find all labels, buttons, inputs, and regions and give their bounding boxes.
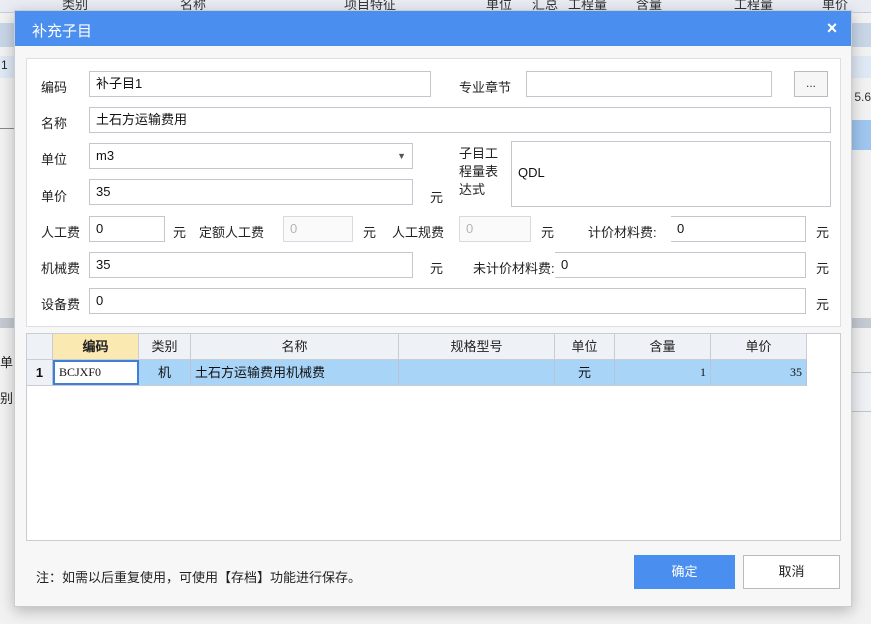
cell-unit[interactable]: 元: [555, 360, 615, 385]
bg-label-fragment: 单: [0, 355, 14, 370]
machine-label: 机械费: [41, 261, 81, 276]
priced-material-label: 计价材料费:: [588, 225, 657, 240]
cell-spec[interactable]: [399, 360, 555, 385]
machine-unit: 元: [430, 261, 444, 276]
bg-value-fragment: 5.6: [854, 90, 871, 104]
cell-category[interactable]: 机: [139, 360, 191, 385]
unit-select-value: m3: [96, 148, 115, 163]
quota-labor-label: 定额人工费: [199, 225, 265, 240]
name-label: 名称: [41, 116, 68, 131]
bg-row-number: 1: [1, 58, 8, 72]
chapter-label: 专业章节: [459, 80, 512, 95]
quota-labor-input: 0: [283, 216, 353, 242]
cell-name[interactable]: 土石方运输费用机械费: [191, 360, 399, 385]
save-hint-note: 注：如需以后重复使用，可使用【存档】功能进行保存。: [36, 570, 362, 585]
equipment-label: 设备费: [41, 297, 81, 312]
unit-label: 单位: [41, 152, 68, 167]
price-input[interactable]: 35: [89, 179, 413, 205]
labor-reg-unit: 元: [541, 225, 555, 240]
code-input[interactable]: 补子目1: [89, 71, 431, 97]
dialog-titlebar[interactable]: 补充子目 ×: [15, 11, 851, 46]
row-number: 1: [27, 360, 53, 385]
unpriced-material-label: 未计价材料费:: [473, 261, 555, 276]
grid-header-content[interactable]: 含量: [615, 334, 711, 359]
resource-grid[interactable]: 编码 类别 名称 规格型号 单位 含量 单价 1 BCJXF0 机 土石方运输费…: [26, 333, 841, 541]
chapter-input[interactable]: [526, 71, 772, 97]
cell-code-editor[interactable]: BCJXF0: [53, 360, 139, 385]
expr-label: 子目工程量表达式: [459, 146, 499, 197]
cell-content[interactable]: 1: [615, 360, 711, 385]
priced-material-unit: 元: [816, 225, 830, 240]
confirm-button[interactable]: 确定: [634, 555, 735, 589]
grid-header-unit[interactable]: 单位: [555, 334, 615, 359]
cell-price[interactable]: 35: [711, 360, 807, 385]
grid-header-price[interactable]: 单价: [711, 334, 807, 359]
grid-header-rownum: [27, 334, 53, 359]
code-label: 编码: [41, 80, 68, 95]
grid-header-name[interactable]: 名称: [191, 334, 399, 359]
grid-header: 编码 类别 名称 规格型号 单位 含量 单价: [27, 334, 807, 360]
bg-selected-cell: [851, 120, 871, 150]
equipment-unit: 元: [816, 297, 830, 312]
price-label: 单价: [41, 189, 68, 204]
labor-reg-label: 人工规费: [392, 225, 445, 240]
cancel-button[interactable]: 取消: [743, 555, 840, 589]
dialog-title: 补充子目: [32, 23, 93, 40]
labor-label: 人工费: [41, 225, 81, 240]
item-form: 编码 补子目1 专业章节 ... 名称 土石方运输费用 单位 m3 ▼ 子目工程…: [26, 58, 841, 327]
name-input[interactable]: 土石方运输费用: [89, 107, 831, 133]
unpriced-material-input[interactable]: 0: [555, 252, 806, 278]
grid-header-spec[interactable]: 规格型号: [399, 334, 555, 359]
priced-material-input[interactable]: 0: [671, 216, 806, 242]
grid-header-code[interactable]: 编码: [53, 334, 139, 359]
close-icon[interactable]: ×: [821, 17, 843, 39]
machine-input[interactable]: 35: [89, 252, 413, 278]
chevron-down-icon[interactable]: ▼: [397, 144, 406, 168]
unpriced-material-unit: 元: [816, 261, 830, 276]
labor-input[interactable]: 0: [89, 216, 165, 242]
labor-reg-input: 0: [459, 216, 531, 242]
table-row[interactable]: 1 BCJXF0 机 土石方运输费用机械费 元 1 35: [27, 360, 807, 386]
quota-labor-unit: 元: [363, 225, 377, 240]
bg-label-fragment2: 别: [0, 391, 14, 406]
supplement-item-dialog: 补充子目 × 编码 补子目1 专业章节 ... 名称 土石方运输费用 单位 m3…: [14, 10, 852, 607]
labor-unit: 元: [173, 225, 187, 240]
unit-select[interactable]: m3 ▼: [89, 143, 413, 169]
price-unit: 元: [430, 190, 444, 205]
chapter-browse-button[interactable]: ...: [794, 71, 828, 97]
bg-panel-fragment: [850, 372, 871, 412]
expr-input[interactable]: QDL: [511, 141, 831, 207]
equipment-input[interactable]: 0: [89, 288, 806, 314]
grid-header-category[interactable]: 类别: [139, 334, 191, 359]
